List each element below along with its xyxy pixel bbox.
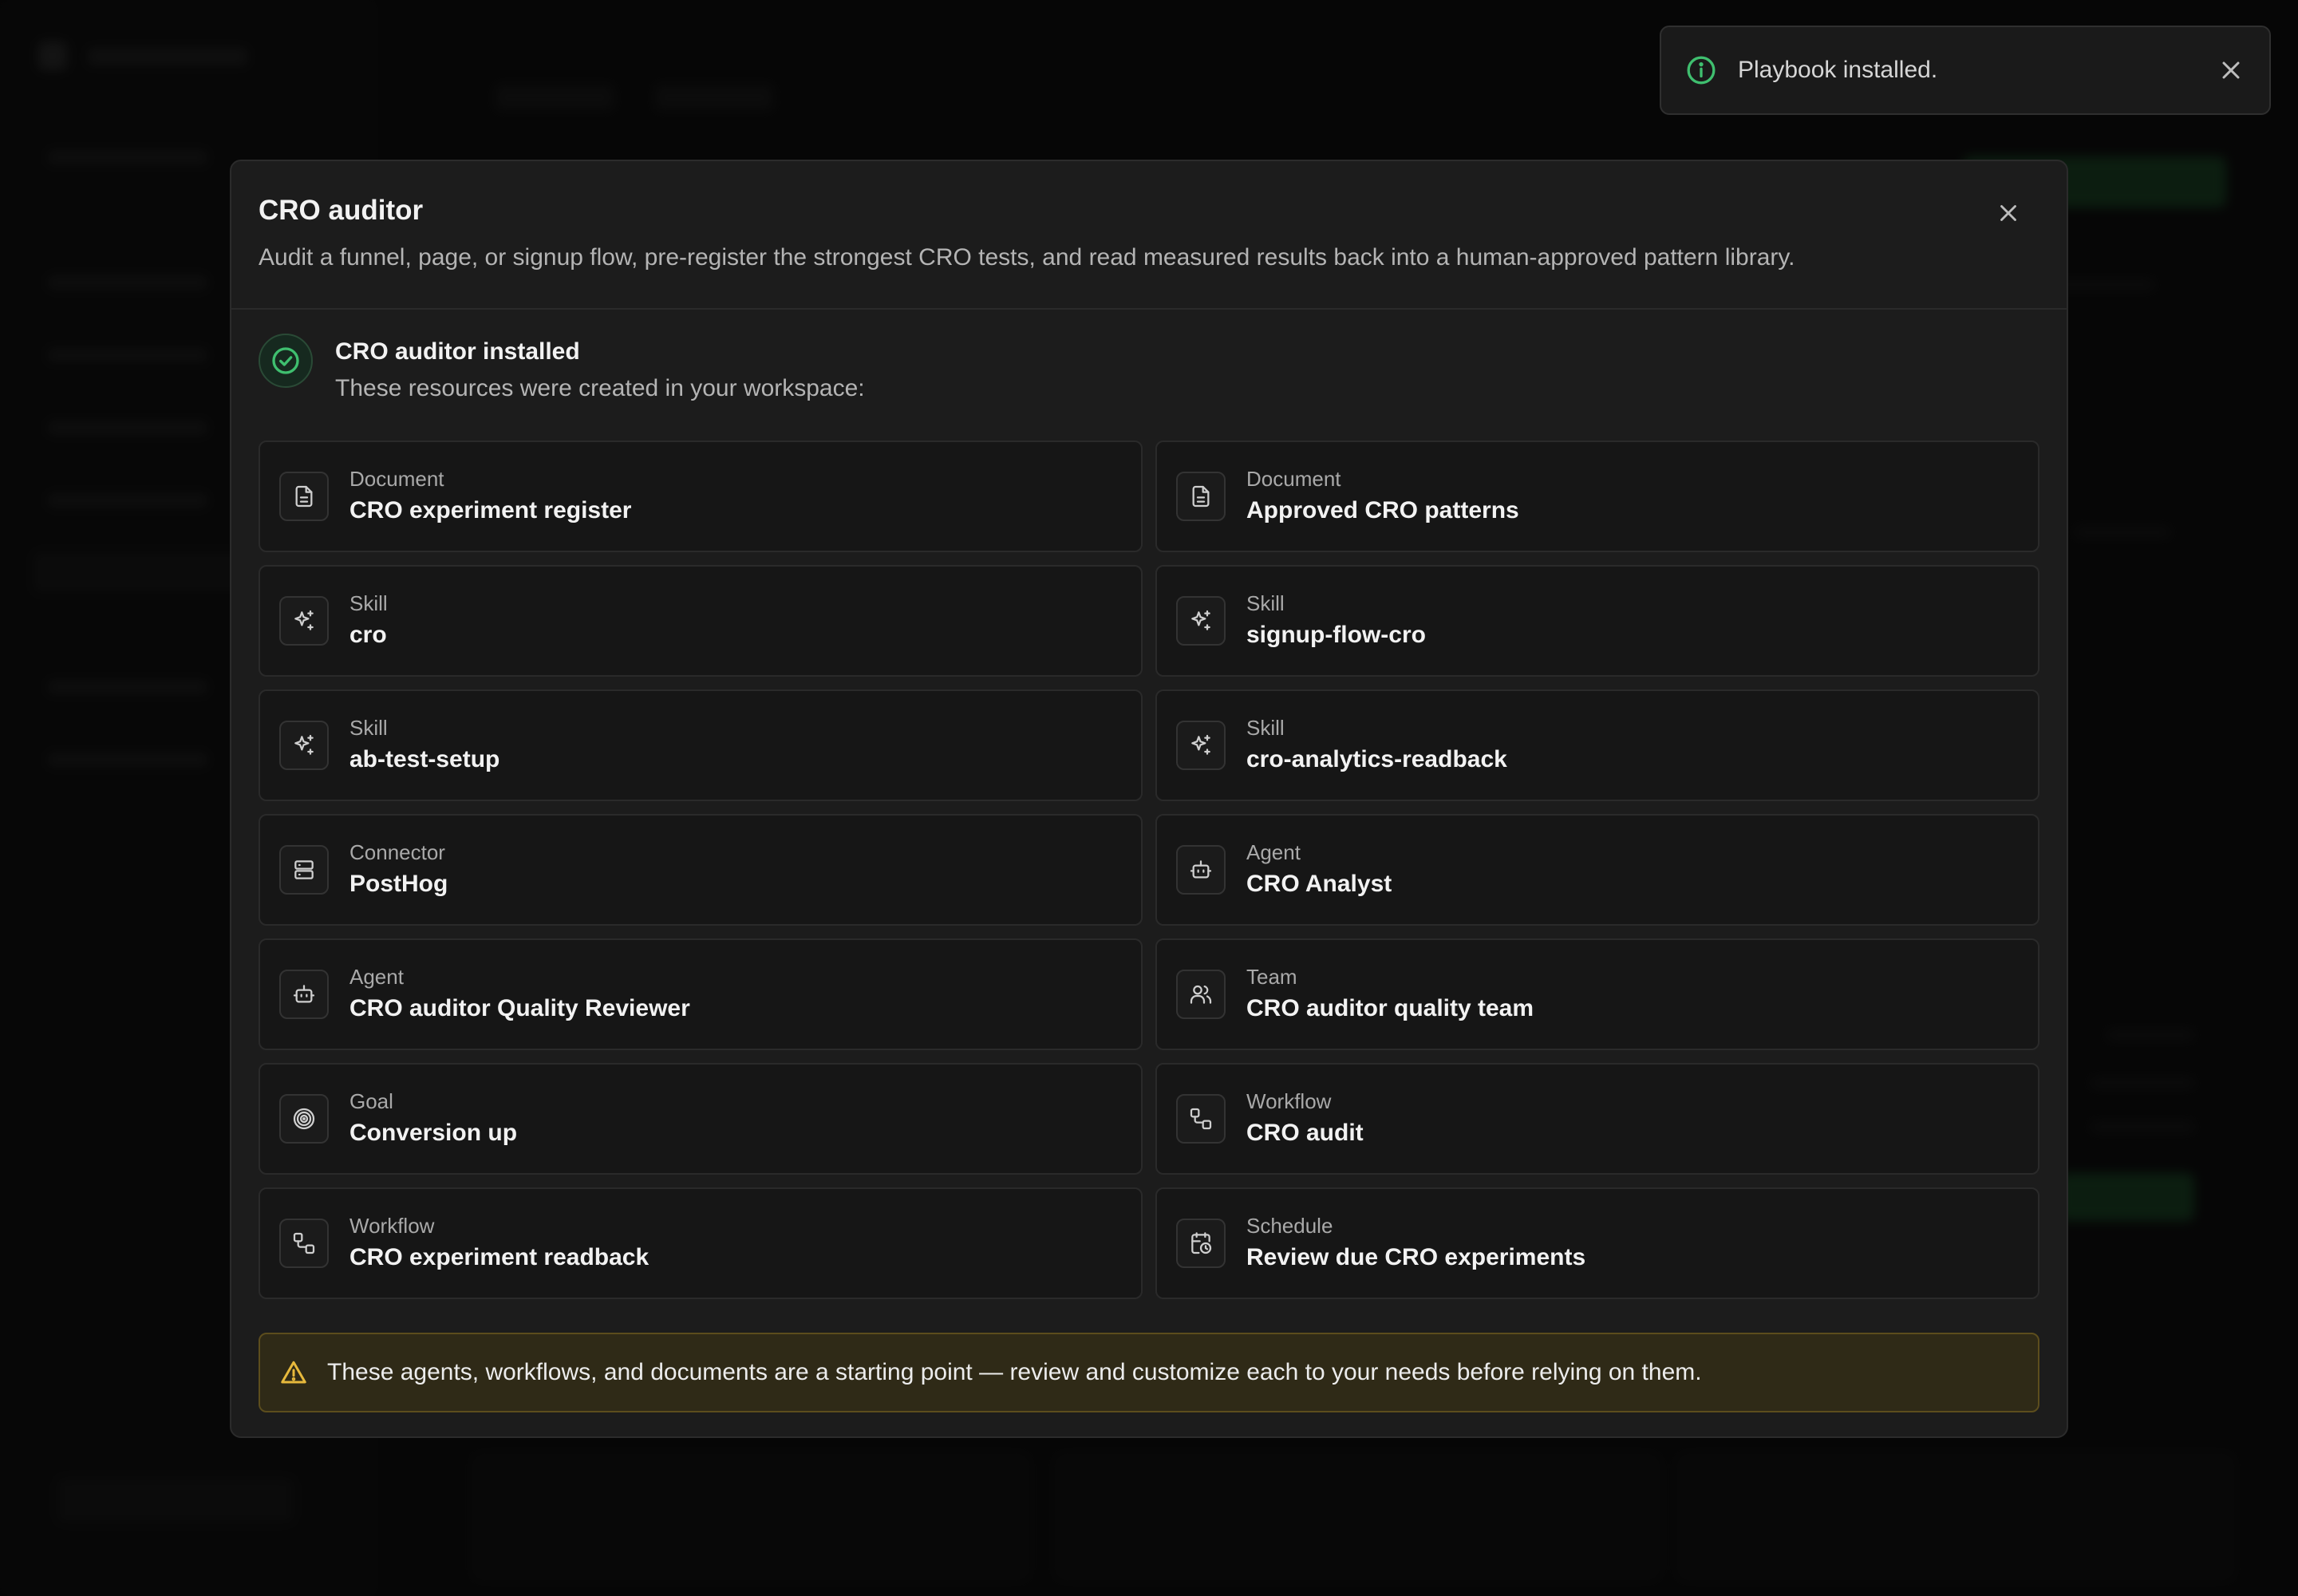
sparkles-icon bbox=[279, 596, 329, 646]
playbook-install-dialog: CRO auditor Audit a funnel, page, or sig… bbox=[230, 160, 2068, 1438]
warning-banner: These agents, workflows, and documents a… bbox=[259, 1333, 2039, 1412]
resource-name: PostHog bbox=[349, 871, 448, 897]
users-icon bbox=[1176, 970, 1226, 1019]
resource-name: Conversion up bbox=[349, 1120, 518, 1146]
resource-card-cro-experiment-register[interactable]: Document CRO experiment register bbox=[259, 440, 1143, 552]
resource-type: Skill bbox=[349, 716, 388, 740]
calendar-clock-icon bbox=[1176, 1219, 1226, 1268]
document-icon bbox=[1176, 472, 1226, 521]
resource-name: ab-test-setup bbox=[349, 746, 500, 772]
resource-name: CRO experiment register bbox=[349, 497, 632, 523]
resource-type: Workflow bbox=[349, 1214, 435, 1238]
resource-name: Approved CRO patterns bbox=[1246, 497, 1519, 523]
resource-type: Skill bbox=[349, 591, 388, 615]
document-icon bbox=[279, 472, 329, 521]
resource-card-conversion-up[interactable]: Goal Conversion up bbox=[259, 1063, 1143, 1175]
warning-triangle-icon bbox=[279, 1358, 308, 1387]
toast-close-button[interactable] bbox=[2217, 56, 2245, 85]
server-icon bbox=[279, 845, 329, 895]
sparkles-icon bbox=[279, 721, 329, 770]
resource-name: CRO Analyst bbox=[1246, 871, 1392, 897]
warning-text: These agents, workflows, and documents a… bbox=[327, 1359, 1702, 1385]
resource-card-cro-audit[interactable]: Workflow CRO audit bbox=[1155, 1063, 2039, 1175]
resource-name: cro-analytics-readback bbox=[1246, 746, 1507, 772]
dialog-description: Audit a funnel, page, or signup flow, pr… bbox=[259, 244, 1795, 271]
dialog-close-button[interactable] bbox=[1995, 200, 2022, 227]
resource-grid: Document CRO experiment register Document A… bbox=[259, 440, 2039, 1299]
resource-card-cro-auditor-quality-team[interactable]: Team CRO auditor quality team bbox=[1155, 938, 2039, 1050]
bot-icon bbox=[279, 970, 329, 1019]
resource-card-ab-test-setup[interactable]: Skill ab-test-setup bbox=[259, 689, 1143, 801]
resource-name: signup-flow-cro bbox=[1246, 622, 1426, 648]
toast-message: Playbook installed. bbox=[1738, 57, 1938, 83]
sparkles-icon bbox=[1176, 721, 1226, 770]
resource-card-cro-experiment-readback[interactable]: Workflow CRO experiment readback bbox=[259, 1187, 1143, 1299]
resource-type: Skill bbox=[1246, 716, 1285, 740]
target-icon bbox=[279, 1094, 329, 1144]
dialog-header: CRO auditor Audit a funnel, page, or sig… bbox=[231, 161, 2067, 310]
resource-name: cro bbox=[349, 622, 387, 648]
resource-card-posthog[interactable]: Connector PostHog bbox=[259, 814, 1143, 926]
resource-card-cro-analytics-readback[interactable]: Skill cro-analytics-readback bbox=[1155, 689, 2039, 801]
resource-name: CRO audit bbox=[1246, 1120, 1364, 1146]
resource-card-approved-cro-patterns[interactable]: Document Approved CRO patterns bbox=[1155, 440, 2039, 552]
resource-type: Agent bbox=[1246, 840, 1301, 864]
dialog-title: CRO auditor bbox=[259, 195, 424, 226]
resource-type: Document bbox=[1246, 467, 1341, 491]
resource-card-cro-auditor-quality-reviewer[interactable]: Agent CRO auditor Quality Reviewer bbox=[259, 938, 1143, 1050]
resource-card-review-due-cro-experiments[interactable]: Schedule Review due CRO experiments bbox=[1155, 1187, 2039, 1299]
info-icon bbox=[1685, 54, 1717, 86]
resource-card-signup-flow-cro[interactable]: Skill signup-flow-cro bbox=[1155, 565, 2039, 677]
installed-subtitle: These resources were created in your wor… bbox=[335, 375, 865, 401]
installed-title: CRO auditor installed bbox=[335, 338, 580, 365]
check-circle-icon bbox=[259, 334, 313, 388]
resource-type: Workflow bbox=[1246, 1089, 1332, 1113]
workflow-icon bbox=[279, 1219, 329, 1268]
resource-name: Review due CRO experiments bbox=[1246, 1244, 1586, 1270]
resource-type: Skill bbox=[1246, 591, 1285, 615]
resource-card-cro-analyst[interactable]: Agent CRO Analyst bbox=[1155, 814, 2039, 926]
bot-icon bbox=[1176, 845, 1226, 895]
resource-type: Agent bbox=[349, 965, 404, 989]
resource-name: CRO experiment readback bbox=[349, 1244, 650, 1270]
toast-notification: Playbook installed. bbox=[1660, 26, 2271, 115]
resource-type: Schedule bbox=[1246, 1214, 1333, 1238]
resource-name: CRO auditor Quality Reviewer bbox=[349, 995, 690, 1021]
resource-type: Goal bbox=[349, 1089, 393, 1113]
resource-name: CRO auditor quality team bbox=[1246, 995, 1534, 1021]
sparkles-icon bbox=[1176, 596, 1226, 646]
workflow-icon bbox=[1176, 1094, 1226, 1144]
resource-type: Document bbox=[349, 467, 444, 491]
resource-type: Connector bbox=[349, 840, 445, 864]
resource-card-cro[interactable]: Skill cro bbox=[259, 565, 1143, 677]
resource-type: Team bbox=[1246, 965, 1297, 989]
